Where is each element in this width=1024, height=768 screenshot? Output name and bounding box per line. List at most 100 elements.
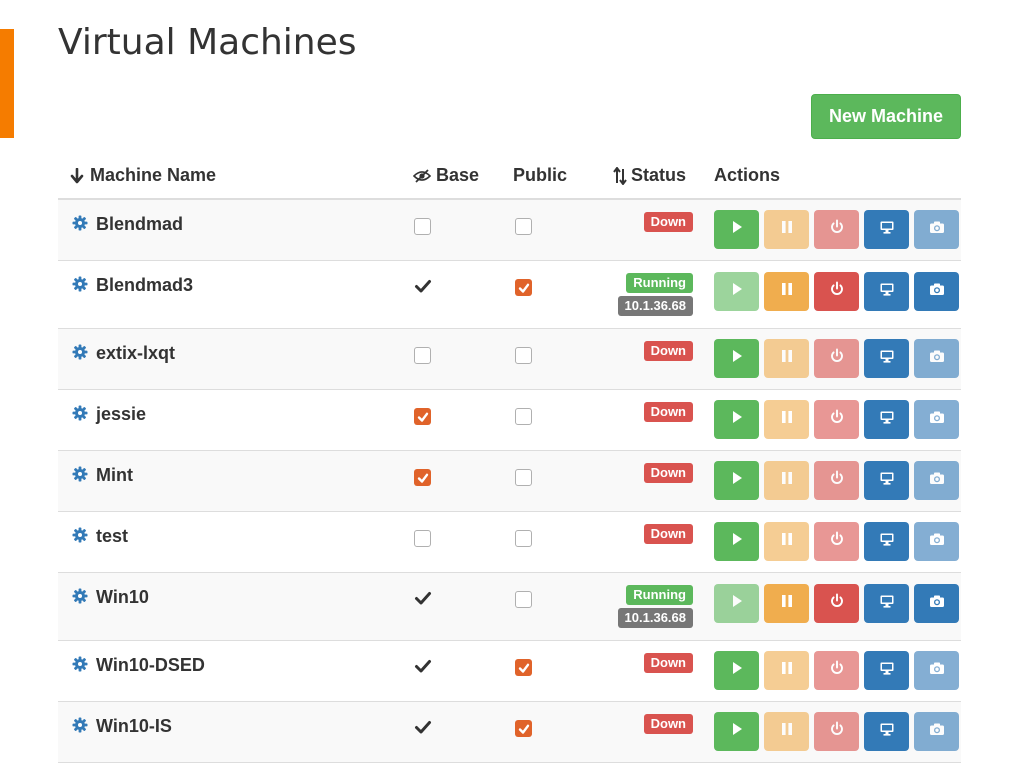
start-button[interactable] <box>714 210 759 249</box>
desktop-icon <box>879 531 895 552</box>
pause-icon <box>779 531 795 552</box>
start-button[interactable] <box>714 522 759 561</box>
machine-name[interactable]: extix-lxqt <box>72 343 175 364</box>
pause-button[interactable] <box>764 522 809 561</box>
public-checkbox[interactable] <box>515 469 532 486</box>
public-checkbox-checked[interactable] <box>515 720 532 737</box>
start-button[interactable] <box>714 339 759 378</box>
gear-icon[interactable] <box>72 588 88 608</box>
table-row: jessie Down <box>58 390 961 451</box>
power-icon <box>829 593 845 614</box>
camera-icon <box>929 593 945 614</box>
public-checkbox[interactable] <box>515 530 532 547</box>
action-buttons <box>714 584 959 623</box>
table-row: test Down <box>58 512 961 573</box>
console-button[interactable] <box>864 522 909 561</box>
snapshot-button[interactable] <box>914 400 959 439</box>
power-button[interactable] <box>814 400 859 439</box>
power-button[interactable] <box>814 712 859 751</box>
snapshot-button[interactable] <box>914 461 959 500</box>
base-checkbox-checked[interactable] <box>414 408 431 425</box>
start-button[interactable] <box>714 272 759 311</box>
snapshot-button[interactable] <box>914 210 959 249</box>
machine-name[interactable]: Win10 <box>72 587 149 608</box>
console-button[interactable] <box>864 712 909 751</box>
column-header-name[interactable]: Machine Name <box>70 165 216 186</box>
power-button[interactable] <box>814 522 859 561</box>
pause-icon <box>779 660 795 681</box>
base-checkbox[interactable] <box>414 347 431 364</box>
gear-icon[interactable] <box>72 215 88 235</box>
console-button[interactable] <box>864 651 909 690</box>
console-button[interactable] <box>864 400 909 439</box>
play-icon <box>729 219 745 240</box>
power-button[interactable] <box>814 461 859 500</box>
start-button[interactable] <box>714 712 759 751</box>
column-header-public[interactable]: Public <box>513 165 567 186</box>
pause-button[interactable] <box>764 712 809 751</box>
power-button[interactable] <box>814 651 859 690</box>
machine-name[interactable]: Win10-IS <box>72 716 172 737</box>
gear-icon[interactable] <box>72 717 88 737</box>
pause-button[interactable] <box>764 461 809 500</box>
public-checkbox[interactable] <box>515 347 532 364</box>
start-button[interactable] <box>714 584 759 623</box>
column-header-status[interactable]: Status <box>613 165 686 186</box>
vm-table: Machine Name Base Public Status Actions … <box>58 153 961 763</box>
gear-icon[interactable] <box>72 405 88 425</box>
action-buttons <box>714 339 959 378</box>
public-checkbox-checked[interactable] <box>515 659 532 676</box>
machine-name[interactable]: test <box>72 526 128 547</box>
start-button[interactable] <box>714 400 759 439</box>
gear-icon[interactable] <box>72 656 88 676</box>
machine-name[interactable]: jessie <box>72 404 146 425</box>
machine-name[interactable]: Blendmad3 <box>72 275 193 296</box>
ip-address-badge: 10.1.36.68 <box>617 296 693 316</box>
gear-icon[interactable] <box>72 466 88 486</box>
snapshot-button[interactable] <box>914 339 959 378</box>
pause-button[interactable] <box>764 339 809 378</box>
public-checkbox[interactable] <box>515 408 532 425</box>
snapshot-button[interactable] <box>914 272 959 311</box>
start-button[interactable] <box>714 651 759 690</box>
power-button[interactable] <box>814 339 859 378</box>
snapshot-button[interactable] <box>914 522 959 561</box>
base-checkbox[interactable] <box>414 218 431 235</box>
machine-name[interactable]: Mint <box>72 465 133 486</box>
gear-icon[interactable] <box>72 527 88 547</box>
public-checkbox-checked[interactable] <box>515 279 532 296</box>
public-checkbox[interactable] <box>515 218 532 235</box>
base-checkbox[interactable] <box>414 530 431 547</box>
console-button[interactable] <box>864 210 909 249</box>
start-button[interactable] <box>714 461 759 500</box>
power-button[interactable] <box>814 272 859 311</box>
public-checkbox[interactable] <box>515 591 532 608</box>
machine-name-label: extix-lxqt <box>96 343 176 363</box>
snapshot-button[interactable] <box>914 584 959 623</box>
base-checkbox-checked[interactable] <box>414 469 431 486</box>
snapshot-button[interactable] <box>914 712 959 751</box>
new-machine-button[interactable]: New Machine <box>811 94 961 139</box>
column-header-base[interactable]: Base <box>413 165 479 186</box>
machine-name-label: Blendmad <box>96 214 184 234</box>
pause-button[interactable] <box>764 400 809 439</box>
console-button[interactable] <box>864 584 909 623</box>
pause-button[interactable] <box>764 210 809 249</box>
desktop-icon <box>879 470 895 491</box>
gear-icon[interactable] <box>72 276 88 296</box>
snapshot-button[interactable] <box>914 651 959 690</box>
pause-button[interactable] <box>764 584 809 623</box>
desktop-icon <box>879 660 895 681</box>
table-row: Blendmad3 Running 10.1.36.68 <box>58 261 961 329</box>
pause-button[interactable] <box>764 651 809 690</box>
console-button[interactable] <box>864 272 909 311</box>
machine-name[interactable]: Blendmad <box>72 214 183 235</box>
gear-icon[interactable] <box>72 344 88 364</box>
console-button[interactable] <box>864 461 909 500</box>
console-button[interactable] <box>864 339 909 378</box>
power-button[interactable] <box>814 584 859 623</box>
machine-name[interactable]: Win10-DSED <box>72 655 205 676</box>
power-button[interactable] <box>814 210 859 249</box>
table-header: Machine Name Base Public Status Actions <box>58 153 961 200</box>
pause-button[interactable] <box>764 272 809 311</box>
